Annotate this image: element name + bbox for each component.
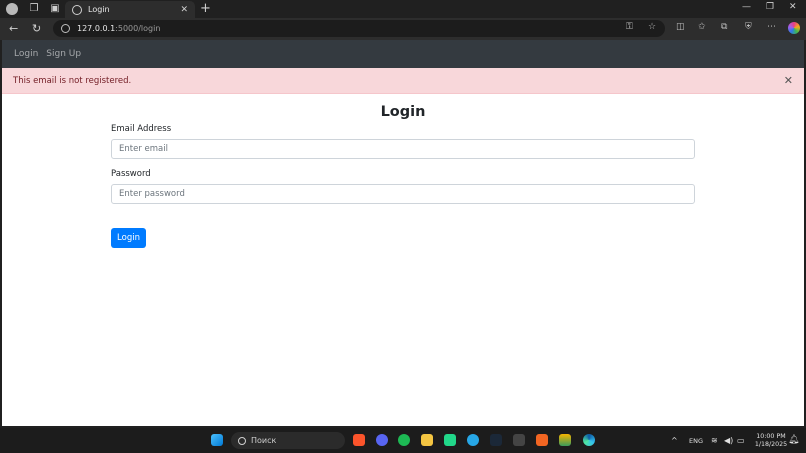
pycharm-icon[interactable] <box>444 434 456 446</box>
address-bar[interactable]: 127.0.0.1:5000/login <box>53 20 665 37</box>
favorites-icon[interactable]: ✩ <box>698 22 706 32</box>
split-screen-icon[interactable]: ◫ <box>676 22 685 32</box>
key-icon[interactable]: ⚿ <box>626 22 633 32</box>
battery-icon[interactable]: ▭ <box>737 436 745 445</box>
search-icon <box>238 436 246 445</box>
telegram-icon[interactable] <box>467 434 479 446</box>
start-menu-icon[interactable] <box>211 434 223 446</box>
spotify-icon[interactable] <box>398 434 410 446</box>
tray-overflow-icon[interactable]: ^ <box>671 436 678 445</box>
tab-actions-icon[interactable]: ▣ <box>49 3 61 15</box>
site-info-icon[interactable] <box>61 24 70 33</box>
windows-taskbar: Поиск ^ ENG ≋ ◀) ▭ 10:00 PM 1/18/2025 🔔︎ <box>0 428 806 453</box>
file-explorer-icon[interactable] <box>421 434 433 446</box>
minimize-icon[interactable]: — <box>742 2 751 12</box>
password-placeholder: Enter password <box>119 189 185 199</box>
password-group: Password Enter password <box>111 169 695 204</box>
volume-icon[interactable]: ◀) <box>724 436 733 445</box>
password-input[interactable]: Enter password <box>111 184 695 204</box>
back-icon[interactable]: ← <box>9 22 18 36</box>
browser-tabstrip: ❐ ▣ Login ✕ + — ❐ ✕ <box>0 0 806 18</box>
profile-avatar[interactable] <box>6 3 18 15</box>
page-title: Login <box>380 104 426 120</box>
nav-link-login[interactable]: Login <box>14 49 38 59</box>
globe-icon <box>72 4 82 15</box>
url-path: :5000/login <box>115 24 161 33</box>
browser-tab-login[interactable]: Login ✕ <box>65 1 195 18</box>
close-tab-icon[interactable]: ✕ <box>180 5 188 15</box>
workspaces-icon[interactable]: ❐ <box>28 3 40 15</box>
clock-time: 10:00 PM <box>756 433 786 440</box>
taskbar-search-placeholder: Поиск <box>251 436 277 445</box>
brave-browser-icon[interactable] <box>353 434 365 446</box>
taskbar-search[interactable]: Поиск <box>231 432 345 449</box>
app-icon[interactable] <box>513 434 525 446</box>
extension-icon[interactable]: ⛨ <box>745 22 752 32</box>
tab-title: Login <box>88 5 110 14</box>
browser-toolbar: ← ↻ 127.0.0.1:5000/login ⚿ ☆ ◫ ✩ ⧉ ⛨ ⋯ <box>0 18 806 40</box>
email-placeholder: Enter email <box>119 144 168 154</box>
discord-icon[interactable] <box>376 434 388 446</box>
more-menu-icon[interactable]: ⋯ <box>767 22 776 32</box>
language-indicator[interactable]: ENG <box>689 437 703 445</box>
login-button[interactable]: Login <box>111 228 146 248</box>
password-label: Password <box>111 169 151 179</box>
url-host: 127.0.0.1 <box>77 24 116 33</box>
edge-browser-icon[interactable] <box>583 434 595 446</box>
wifi-icon[interactable]: ≋ <box>711 436 718 445</box>
site-navbar: Login Sign Up <box>2 40 804 68</box>
email-input[interactable]: Enter email <box>111 139 695 159</box>
steam-icon[interactable] <box>490 434 502 446</box>
login-form: Login Email Address Enter email Password… <box>111 104 695 248</box>
layers-app-icon[interactable] <box>559 434 571 446</box>
refresh-icon[interactable]: ↻ <box>32 22 41 36</box>
collections-icon[interactable]: ⧉ <box>721 22 727 32</box>
close-window-icon[interactable]: ✕ <box>789 2 797 12</box>
alert-close-icon[interactable]: ✕ <box>784 74 793 87</box>
notification-bell-icon[interactable]: 🔔︎ <box>788 435 799 445</box>
new-tab-icon[interactable]: + <box>200 2 211 15</box>
page-viewport: Login Sign Up This email is not register… <box>2 40 804 426</box>
email-label: Email Address <box>111 124 172 134</box>
sublime-icon[interactable] <box>536 434 548 446</box>
favorite-star-icon[interactable]: ☆ <box>648 22 656 32</box>
error-alert: This email is not registered. ✕ <box>2 68 804 94</box>
alert-message: This email is not registered. <box>13 75 132 86</box>
system-clock[interactable]: 10:00 PM 1/18/2025 <box>752 433 790 449</box>
nav-link-sign-up[interactable]: Sign Up <box>46 49 81 59</box>
restore-icon[interactable]: ❐ <box>766 2 774 12</box>
email-group: Email Address Enter email <box>111 124 695 159</box>
copilot-icon[interactable] <box>788 22 800 34</box>
clock-date: 1/18/2025 <box>754 441 788 448</box>
